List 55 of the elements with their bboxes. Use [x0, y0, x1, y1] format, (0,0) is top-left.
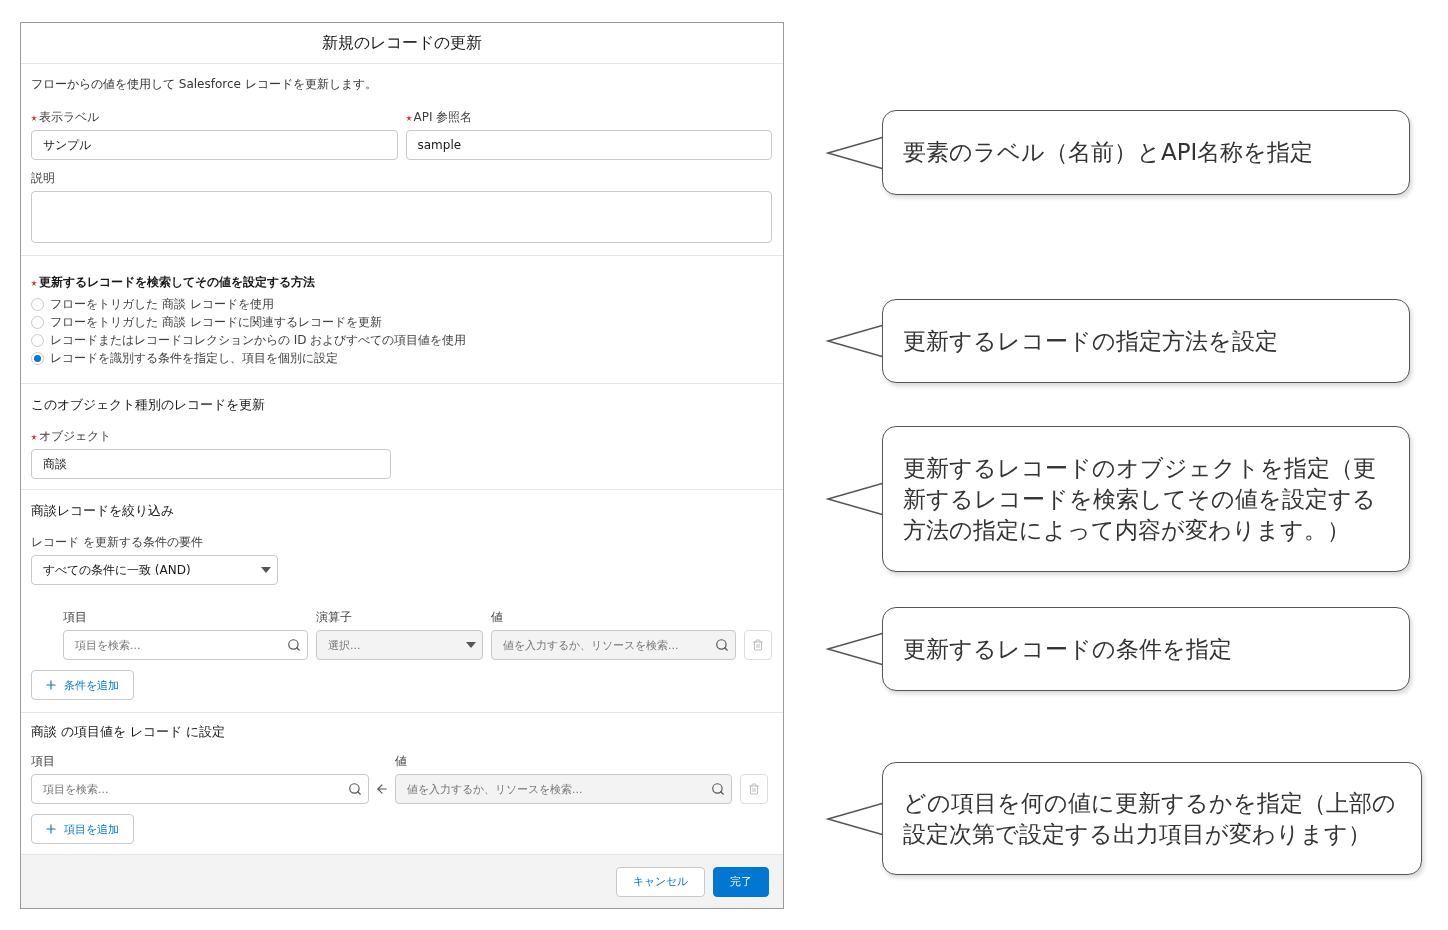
search-icon: [711, 782, 725, 796]
callout-text: 更新するレコードの指定方法を設定: [903, 326, 1278, 356]
dialog-description: フローからの値を使用して Salesforce レコードを更新します。: [31, 76, 378, 93]
requirement-dropdown[interactable]: すべての条件に一致 (AND): [31, 555, 278, 585]
column-label: 演算子: [316, 609, 353, 626]
radio-label: フローをトリガした 商談 レコードを使用: [50, 295, 274, 313]
add-field-button[interactable]: 項目を追加: [31, 814, 134, 844]
section-heading: 商談レコードを絞り込み: [31, 502, 175, 520]
field-search[interactable]: 項目を検索...: [31, 774, 369, 804]
text-field[interactable]: サンプル: [31, 130, 398, 160]
radio-label: レコードまたはレコードコレクションからの ID およびすべての項目値を使用: [50, 331, 467, 349]
radio-group-label: 更新するレコードを検索してその値を設定する方法: [39, 274, 315, 291]
field-label: レコード を更新する条件の要件: [31, 534, 204, 551]
caret-icon: [261, 567, 271, 573]
dialog-title: 新規のレコードの更新: [322, 32, 482, 54]
radio-button[interactable]: [31, 315, 44, 329]
field-search[interactable]: 項目を検索...: [63, 630, 308, 660]
radio-button[interactable]: [31, 333, 44, 347]
radio-button[interactable]: [31, 351, 44, 365]
caret-icon: [466, 642, 476, 648]
cancel-button[interactable]: キャンセル: [616, 866, 705, 897]
trash-icon: [748, 783, 760, 795]
callout-text: 更新するレコードの条件を指定: [903, 634, 1232, 664]
callout-text: どの項目を何の値に更新するかを指定（上部の設定次第で設定する出力項目が変わります）: [903, 788, 1397, 849]
column-label: 値: [491, 609, 504, 626]
trash-icon: [752, 639, 764, 651]
column-label: 値: [395, 753, 408, 770]
field-label: 表示ラベル: [39, 109, 99, 126]
section-heading: このオブジェクト種別のレコードを更新: [31, 396, 266, 414]
add-condition-button[interactable]: 条件を追加: [31, 670, 134, 700]
column-label: 項目: [63, 609, 88, 626]
operator-dropdown[interactable]: 選択...: [316, 630, 483, 660]
field-label: API 参照名: [413, 109, 473, 126]
field-label: 説明: [31, 170, 56, 187]
search-icon: [715, 638, 729, 652]
callout-text: 要素のラベル（名前）とAPI名称を指定: [903, 138, 1314, 167]
search-icon: [348, 782, 362, 796]
plus-icon: [44, 678, 58, 692]
description-field[interactable]: [31, 191, 772, 243]
search-icon: [287, 638, 301, 652]
radio-label: レコードを識別する条件を指定し、項目を個別に設定: [50, 349, 338, 367]
field-label: オブジェクト: [39, 428, 111, 445]
section-heading: 商談 の項目値を レコード に設定: [31, 723, 227, 741]
plus-icon: [44, 822, 58, 836]
value-search[interactable]: 値を入力するか、リソースを検索...: [491, 630, 736, 660]
callout-text: 更新するレコードのオブジェクトを指定（更新するレコードを検索してその値を設定する方法の指定によって内容が変わります。）: [903, 453, 1377, 545]
delete-button[interactable]: [740, 774, 768, 804]
delete-button[interactable]: [744, 630, 772, 660]
object-field[interactable]: 商談: [31, 449, 391, 479]
done-button[interactable]: 完了: [713, 866, 769, 897]
column-label: 項目: [31, 753, 56, 770]
radio-button[interactable]: [31, 297, 44, 311]
text-field[interactable]: sample: [405, 130, 772, 160]
radio-label: フローをトリガした 商談 レコードに関連するレコードを更新: [50, 313, 382, 331]
value-search[interactable]: 値を入力するか、リソースを検索...: [395, 774, 732, 804]
